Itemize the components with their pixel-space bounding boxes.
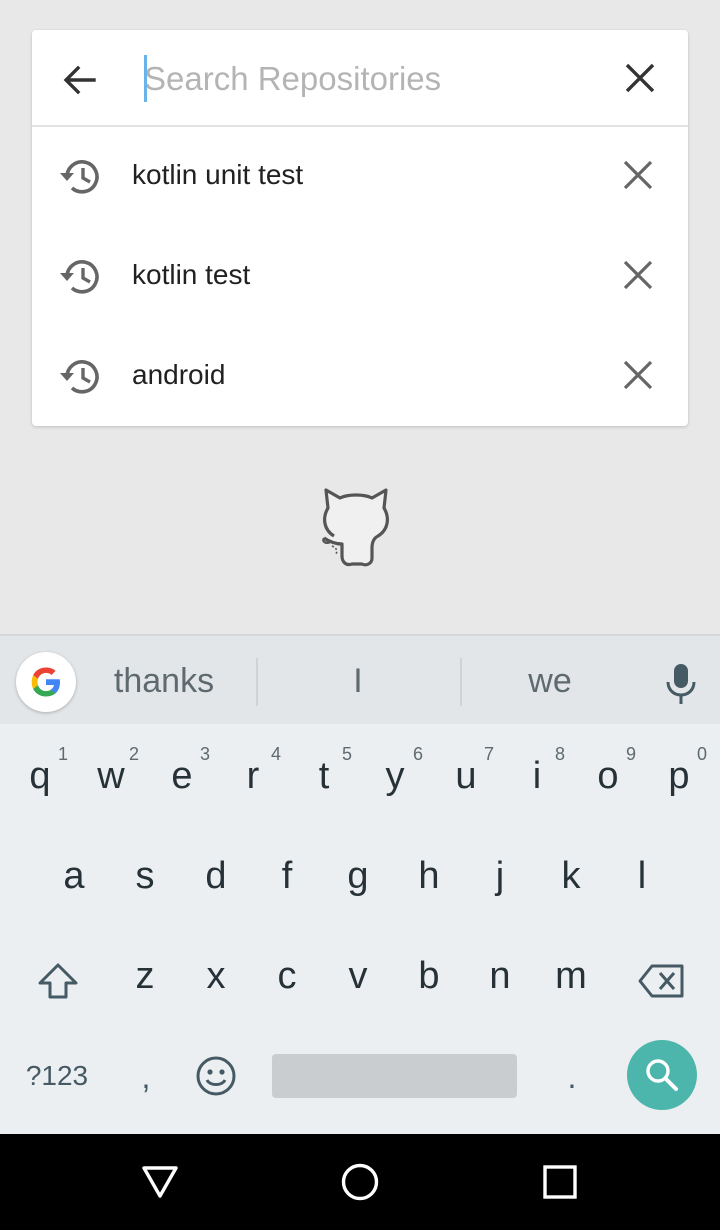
search-bar xyxy=(32,30,688,127)
key-e[interactable]: e3 xyxy=(152,736,212,816)
suggestion-strip: thanks I we xyxy=(0,634,720,724)
key-v[interactable]: v xyxy=(328,936,388,1016)
close-icon[interactable] xyxy=(620,157,656,193)
key-w[interactable]: w2 xyxy=(81,736,141,816)
search-key[interactable] xyxy=(627,1040,697,1110)
history-item[interactable]: kotlin test xyxy=(32,227,688,327)
soft-keyboard: thanks I we q1 w2 e3 r4 t5 y6 u7 i8 o9 p… xyxy=(0,634,720,1134)
recents-square-icon[interactable] xyxy=(540,1162,580,1202)
key-n[interactable]: n xyxy=(470,936,530,1016)
key-i[interactable]: i8 xyxy=(507,736,567,816)
back-triangle-icon[interactable] xyxy=(140,1162,180,1202)
home-circle-icon[interactable] xyxy=(340,1162,380,1202)
key-s[interactable]: s xyxy=(115,836,175,916)
key-d[interactable]: d xyxy=(186,836,246,916)
key-h[interactable]: h xyxy=(399,836,459,916)
key-x[interactable]: x xyxy=(186,936,246,1016)
key-y[interactable]: y6 xyxy=(365,736,425,816)
comma-key[interactable]: , xyxy=(126,1052,166,1102)
key-b[interactable]: b xyxy=(399,936,459,1016)
history-item[interactable]: kotlin unit test xyxy=(32,127,688,227)
history-item-label: kotlin test xyxy=(132,259,251,290)
key-l[interactable]: l xyxy=(612,836,672,916)
mic-icon[interactable] xyxy=(664,662,698,706)
key-z[interactable]: z xyxy=(115,936,175,1016)
google-icon[interactable] xyxy=(16,652,76,712)
suggestion-word[interactable]: we xyxy=(520,662,580,701)
key-j[interactable]: j xyxy=(470,836,530,916)
spacebar[interactable] xyxy=(272,1054,517,1098)
key-f[interactable]: f xyxy=(257,836,317,916)
suggestion-divider xyxy=(256,658,258,706)
close-icon[interactable] xyxy=(620,357,656,393)
arrow-back-icon[interactable] xyxy=(60,60,100,100)
suggestion-word[interactable]: thanks xyxy=(108,662,220,701)
history-item-label: android xyxy=(132,359,226,390)
key-o[interactable]: o9 xyxy=(578,736,638,816)
key-u[interactable]: u7 xyxy=(436,736,496,816)
history-item[interactable]: android xyxy=(32,327,688,427)
system-nav-bar xyxy=(0,1134,720,1230)
key-t[interactable]: t5 xyxy=(294,736,354,816)
key-r[interactable]: r4 xyxy=(223,736,283,816)
text-caret xyxy=(144,55,147,102)
history-icon xyxy=(58,155,104,199)
emoji-icon[interactable] xyxy=(194,1054,238,1098)
search-card: kotlin unit test kotlin test xyxy=(32,30,688,426)
history-icon xyxy=(58,255,104,299)
key-a[interactable]: a xyxy=(44,836,104,916)
search-icon xyxy=(646,1059,678,1091)
close-icon[interactable] xyxy=(620,257,656,293)
key-q[interactable]: q1 xyxy=(10,736,70,816)
history-icon xyxy=(58,355,104,399)
key-c[interactable]: c xyxy=(257,936,317,1016)
shift-icon[interactable] xyxy=(30,956,86,1006)
close-icon[interactable] xyxy=(620,58,660,98)
suggestion-word[interactable]: I xyxy=(338,662,378,701)
key-g[interactable]: g xyxy=(328,836,388,916)
search-input[interactable] xyxy=(144,52,604,106)
backspace-icon[interactable] xyxy=(634,956,690,1006)
history-item-label: kotlin unit test xyxy=(132,159,304,190)
key-p[interactable]: p0 xyxy=(649,736,709,816)
key-m[interactable]: m xyxy=(541,936,601,1016)
key-k[interactable]: k xyxy=(541,836,601,916)
octocat-icon xyxy=(318,484,396,568)
period-key[interactable]: . xyxy=(552,1052,592,1102)
symbols-key[interactable]: ?123 xyxy=(14,1056,100,1096)
suggestion-divider xyxy=(460,658,462,706)
